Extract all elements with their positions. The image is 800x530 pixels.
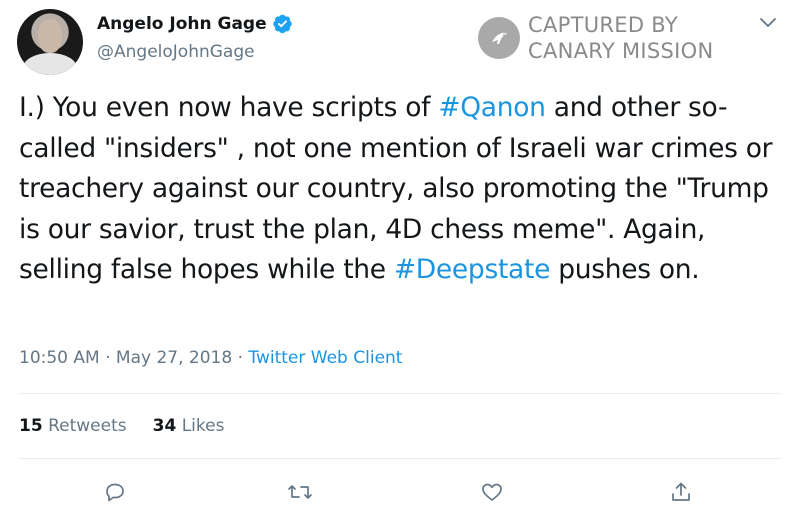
tweet-date[interactable]: May 27, 2018 — [116, 348, 232, 368]
display-name-row[interactable]: Angelo John Gage — [97, 13, 293, 34]
tweet-actions — [0, 478, 800, 508]
avatar-face — [38, 19, 62, 53]
tweet-time[interactable]: 10:50 AM — [19, 348, 100, 368]
meta-separator: · — [105, 348, 111, 368]
tweet-card: Angelo John Gage @AngeloJohnGage CAPTURE… — [0, 0, 800, 530]
retweets-count: 15 — [19, 416, 43, 436]
likes-label: Likes — [181, 416, 225, 436]
display-name[interactable]: Angelo John Gage — [97, 14, 267, 34]
avatar[interactable] — [17, 9, 83, 75]
watermark-line2: CANARY MISSION — [528, 39, 714, 63]
likes-count: 34 — [152, 416, 177, 436]
meta-separator: · — [237, 348, 243, 368]
watermark-line1: CAPTURED BY — [528, 13, 678, 37]
user-handle[interactable]: @AngeloJohnGage — [97, 42, 255, 62]
canary-mission-watermark: CAPTURED BY CANARY MISSION — [478, 12, 713, 64]
canary-logo-icon — [478, 17, 520, 59]
likes-stat[interactable]: 34 Likes — [153, 416, 225, 436]
engagement-stats: 15 Retweets 34 Likes — [19, 416, 224, 436]
avatar-shirt — [23, 53, 77, 75]
tweet-metadata: 10:50 AM · May 27, 2018 · Twitter Web Cl… — [19, 348, 402, 368]
hashtag-qanon[interactable]: #Qanon — [438, 92, 546, 123]
verified-icon — [272, 14, 292, 34]
divider — [19, 458, 781, 459]
tweet-text: I.) You even now have scripts of #Qanon … — [19, 88, 779, 291]
share-button[interactable] — [667, 478, 695, 506]
reply-icon — [106, 483, 124, 502]
reply-button[interactable] — [101, 478, 129, 506]
tweet-text-segment: I.) You even now have scripts of — [19, 92, 439, 123]
share-icon — [672, 482, 690, 501]
tweet-client-link[interactable]: Twitter Web Client — [248, 348, 402, 368]
bird-icon — [492, 32, 507, 44]
retweets-stat[interactable]: 15 Retweets — [19, 416, 127, 436]
watermark-text: CAPTURED BY CANARY MISSION — [528, 12, 713, 64]
retweet-icon — [288, 485, 312, 499]
retweets-label: Retweets — [48, 416, 127, 436]
chevron-down-icon[interactable] — [759, 15, 777, 29]
hashtag-deepstate[interactable]: #Deepstate — [394, 254, 550, 285]
tweet-text-segment: pushes on. — [550, 254, 700, 285]
like-button[interactable] — [478, 478, 506, 506]
retweet-button[interactable] — [286, 478, 314, 506]
like-icon — [482, 483, 502, 501]
divider — [19, 393, 781, 394]
